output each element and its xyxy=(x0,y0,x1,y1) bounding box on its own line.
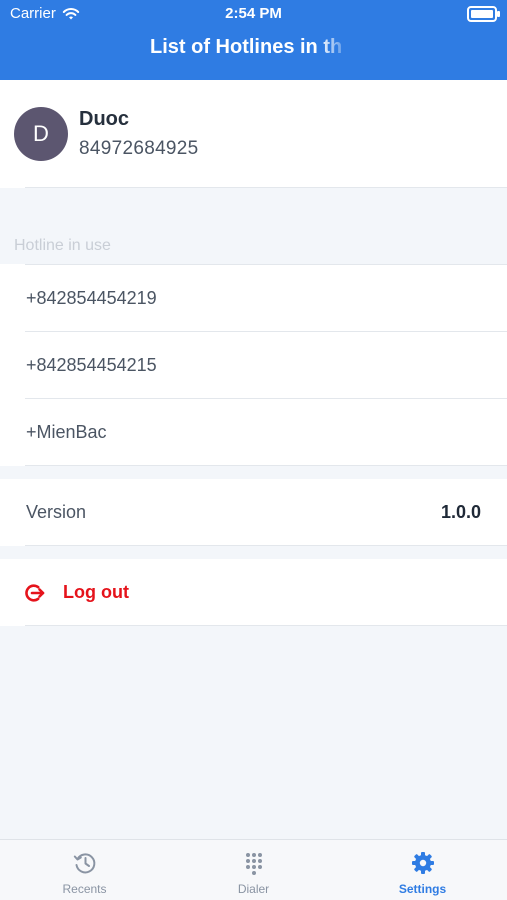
divider xyxy=(25,625,507,626)
dialpad-icon xyxy=(245,853,262,875)
tab-recents[interactable]: Recents xyxy=(0,840,169,900)
version-label: Version xyxy=(26,502,87,522)
version-row-group: Version 1.0.0 xyxy=(0,479,507,546)
divider xyxy=(25,545,507,546)
list-item[interactable]: +MienBac xyxy=(0,399,507,466)
status-bar: Carrier 2:54 PM xyxy=(0,0,507,28)
tab-settings[interactable]: Settings xyxy=(338,840,507,900)
gear-icon xyxy=(411,852,434,874)
tab-bar: Recents Dialer Settings xyxy=(0,839,507,900)
status-time: 2:54 PM xyxy=(225,5,282,22)
hotline-number: +MienBac xyxy=(26,422,107,442)
hotline-number: +842854454219 xyxy=(26,288,157,308)
logout-group: Log out xyxy=(0,559,507,626)
divider xyxy=(25,187,507,188)
hotline-list: +842854454219 +842854454215 +MienBac xyxy=(0,264,507,466)
tab-label: Dialer xyxy=(237,882,270,896)
profile-phone: 84972684925 xyxy=(79,138,199,159)
profile-name: Duoc xyxy=(79,108,129,130)
page-title: List of Hotlines in th xyxy=(150,32,350,62)
avatar: D xyxy=(14,107,68,161)
hotline-number: +842854454215 xyxy=(26,355,157,375)
tab-dialer[interactable]: Dialer xyxy=(169,840,338,900)
tab-label: Settings xyxy=(398,882,447,896)
list-item[interactable]: +842854454219 xyxy=(0,265,507,332)
logout-button[interactable]: Log out xyxy=(0,559,507,626)
logout-icon xyxy=(25,584,45,602)
divider xyxy=(25,465,507,466)
top-bar: Carrier 2:54 PM List of Hotlines in th xyxy=(0,0,507,80)
logout-label: Log out xyxy=(63,582,129,602)
section-label-hotlines: Hotline in use xyxy=(14,237,111,254)
history-icon xyxy=(73,853,95,874)
profile-card[interactable]: D Duoc 84972684925 xyxy=(0,80,507,188)
version-row: Version 1.0.0 xyxy=(0,479,507,546)
version-value: 1.0.0 xyxy=(440,502,481,522)
list-item[interactable]: +842854454215 xyxy=(0,332,507,399)
battery-icon xyxy=(467,6,500,22)
tab-label: Recents xyxy=(62,882,107,896)
